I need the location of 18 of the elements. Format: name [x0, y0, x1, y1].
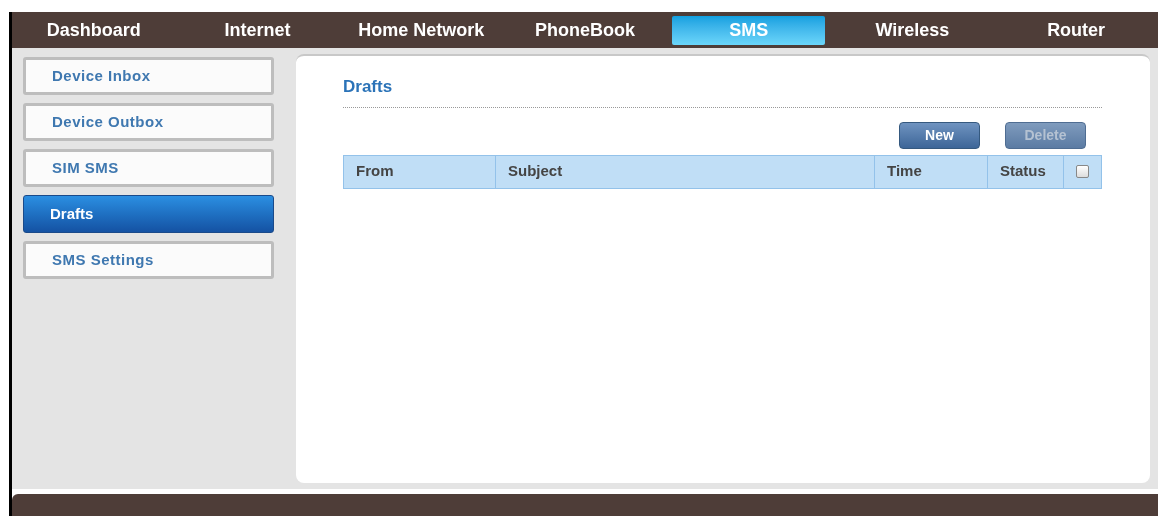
panel-title: Drafts: [343, 76, 393, 98]
nav-tab[interactable]: PhoneBook: [527, 15, 643, 45]
nav-tab[interactable]: Router: [1039, 15, 1114, 45]
nav-tab[interactable]: Home Network: [350, 15, 493, 45]
sidebar-item[interactable]: Device Outbox: [23, 103, 274, 141]
nav-tab[interactable]: Internet: [216, 15, 299, 45]
select-all-checkbox[interactable]: [1076, 165, 1089, 178]
column-header: Status: [988, 155, 1064, 188]
column-header: Subject: [496, 155, 875, 188]
sidebar-item[interactable]: Drafts: [23, 195, 274, 233]
sidebar-item[interactable]: Device Inbox: [23, 57, 274, 95]
nav-tab[interactable]: Wireless: [867, 15, 958, 45]
action-button[interactable]: New: [899, 121, 980, 149]
column-header: From: [344, 155, 496, 188]
sidebar-item[interactable]: SIM SMS: [23, 149, 274, 187]
column-header: Time: [875, 155, 988, 188]
sidebar-item[interactable]: SMS Settings: [23, 241, 274, 279]
nav-tab[interactable]: Dashboard: [38, 15, 149, 45]
